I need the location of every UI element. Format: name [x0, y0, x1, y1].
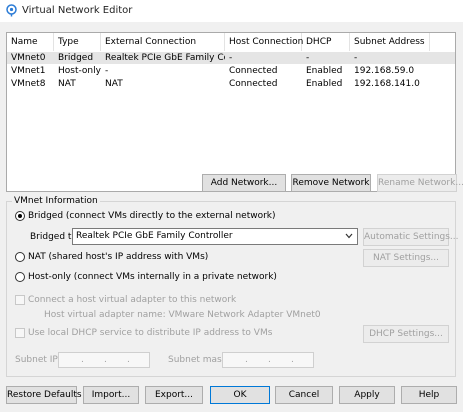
cell-host-connection: -: [229, 53, 233, 63]
table-row[interactable]: VMnet1 Host-only - Connected Enabled 192…: [7, 65, 455, 77]
add-network-button[interactable]: Add Network...: [202, 174, 286, 192]
bridged-to-select[interactable]: Realtek PCIe GbE Family Controller: [72, 228, 358, 245]
table-row[interactable]: VMnet0 Bridged Realtek PCIe GbE Family C…: [7, 52, 455, 64]
help-button[interactable]: Help: [401, 386, 457, 404]
cell-type: Host-only: [58, 66, 101, 76]
column-header-subnet-address[interactable]: Subnet Address: [350, 33, 430, 51]
radio-selected-dot: [18, 214, 22, 218]
column-header-host-connection[interactable]: Host Connection: [225, 33, 303, 51]
dhcp-checkbox[interactable]: [15, 328, 25, 338]
cell-dhcp: Enabled: [306, 66, 343, 76]
automatic-settings-button[interactable]: Automatic Settings...: [363, 228, 459, 246]
connect-adapter-checkbox[interactable]: [15, 295, 25, 305]
column-header-dhcp[interactable]: DHCP: [302, 33, 350, 51]
apply-button[interactable]: Apply: [339, 386, 395, 404]
cell-external-connection: -: [105, 66, 109, 76]
host-only-radio[interactable]: [15, 272, 25, 282]
cell-external-connection: Realtek PCIe GbE Family Co...: [105, 53, 225, 63]
cell-host-connection: Connected: [229, 66, 278, 76]
bridged-to-value: Realtek PCIe GbE Family Controller: [76, 231, 233, 241]
cell-dhcp: -: [306, 53, 310, 63]
cell-subnet-address: -: [354, 53, 358, 63]
cell-name: VMnet1: [11, 66, 46, 76]
ok-button[interactable]: OK: [210, 386, 270, 404]
subnet-mask-label: Subnet mask:: [168, 355, 230, 365]
chevron-down-icon: [345, 233, 353, 239]
cell-external-connection: NAT: [105, 79, 123, 89]
column-header-type[interactable]: Type: [54, 33, 101, 51]
import-button[interactable]: Import...: [83, 386, 139, 404]
subnet-mask-field[interactable]: ...: [222, 352, 314, 368]
remove-network-button[interactable]: Remove Network: [291, 174, 371, 192]
nat-radio-label[interactable]: NAT (shared host's IP address with VMs): [28, 252, 208, 262]
table-row[interactable]: VMnet8 NAT NAT Connected Enabled 192.168…: [7, 78, 455, 90]
cell-type: NAT: [58, 79, 76, 89]
column-header-name[interactable]: Name: [7, 33, 54, 51]
cell-name: VMnet8: [11, 79, 46, 89]
column-header-external-connection[interactable]: External Connection: [101, 33, 225, 51]
bridged-radio[interactable]: [15, 211, 25, 221]
cell-name: VMnet0: [11, 53, 46, 63]
dhcp-settings-button[interactable]: DHCP Settings...: [363, 325, 449, 343]
cell-type: Bridged: [58, 53, 94, 63]
restore-defaults-button[interactable]: Restore Defaults: [6, 386, 82, 404]
vmnet-information-label: VMnet Information: [12, 196, 100, 206]
host-only-radio-label[interactable]: Host-only (connect VMs internally in a p…: [28, 272, 277, 282]
cell-host-connection: Connected: [229, 79, 278, 89]
connect-adapter-label[interactable]: Connect a host virtual adapter to this n…: [28, 295, 236, 305]
cell-subnet-address: 192.168.141.0: [354, 79, 420, 89]
network-table[interactable]: Name Type External Connection Host Conne…: [6, 32, 456, 192]
nat-settings-button[interactable]: NAT Settings...: [363, 249, 449, 267]
cell-dhcp: Enabled: [306, 79, 343, 89]
network-globe-icon: [6, 4, 17, 17]
dhcp-label[interactable]: Use local DHCP service to distribute IP …: [28, 328, 272, 338]
rename-network-button[interactable]: Rename Network...: [377, 174, 463, 192]
adapter-name-label: Host virtual adapter name: VMware Networ…: [44, 310, 321, 320]
subnet-ip-field[interactable]: ...: [58, 352, 150, 368]
cell-subnet-address: 192.168.59.0: [354, 66, 415, 76]
export-button[interactable]: Export...: [145, 386, 203, 404]
cancel-button[interactable]: Cancel: [275, 386, 333, 404]
subnet-ip-label: Subnet IP:: [15, 355, 61, 365]
bridged-radio-label[interactable]: Bridged (connect VMs directly to the ext…: [28, 211, 276, 221]
nat-radio[interactable]: [15, 252, 25, 262]
window-title: Virtual Network Editor: [22, 5, 133, 16]
